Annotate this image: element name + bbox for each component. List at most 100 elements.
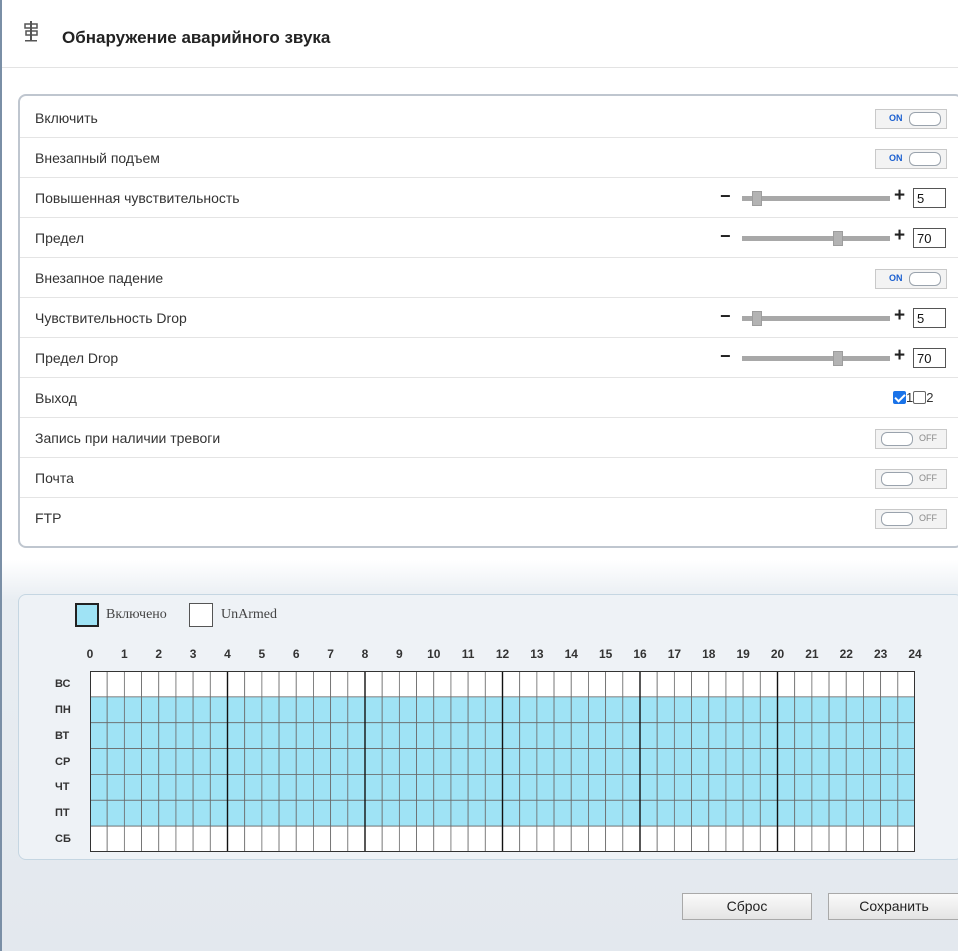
schedule-cell[interactable] (209, 799, 228, 827)
schedule-cell[interactable] (467, 799, 486, 827)
schedule-cell[interactable] (364, 671, 383, 698)
schedule-cell[interactable] (158, 696, 177, 724)
schedule-cell[interactable] (364, 696, 383, 724)
save-button[interactable]: Сохранить (828, 893, 958, 920)
schedule-cell[interactable] (863, 799, 882, 827)
plus-icon[interactable]: + (894, 225, 905, 247)
schedule-cell[interactable] (863, 671, 882, 698)
unarmed-swatch[interactable] (189, 603, 213, 627)
schedule-cell[interactable] (467, 748, 486, 775)
schedule-cell[interactable] (742, 825, 761, 852)
schedule-cell[interactable] (484, 748, 503, 775)
schedule-cell[interactable] (845, 825, 864, 852)
schedule-cell[interactable] (313, 774, 332, 801)
drop-limit-slider[interactable] (742, 351, 890, 366)
schedule-cell[interactable] (330, 722, 349, 749)
schedule-cell[interactable] (209, 722, 228, 749)
schedule-cell[interactable] (845, 774, 864, 801)
schedule-cell[interactable] (519, 722, 538, 749)
schedule-cell[interactable] (261, 696, 280, 724)
schedule-cell[interactable] (364, 774, 383, 801)
schedule-cell[interactable] (536, 774, 555, 801)
schedule-cell[interactable] (811, 722, 830, 749)
minus-icon[interactable]: − (720, 226, 731, 247)
schedule-cell[interactable] (244, 748, 263, 775)
schedule-cell[interactable] (398, 774, 417, 801)
schedule-cell[interactable] (398, 825, 417, 852)
schedule-cell[interactable] (777, 748, 796, 775)
schedule-cell[interactable] (90, 774, 108, 801)
schedule-cell[interactable] (295, 671, 314, 698)
schedule-cell[interactable] (708, 748, 727, 775)
schedule-cell[interactable] (398, 748, 417, 775)
schedule-cell[interactable] (811, 774, 830, 801)
schedule-cell[interactable] (863, 696, 882, 724)
schedule-cell[interactable] (845, 748, 864, 775)
schedule-cell[interactable] (691, 825, 710, 852)
schedule-cell[interactable] (158, 671, 177, 698)
schedule-cell[interactable] (467, 774, 486, 801)
schedule-cell[interactable] (90, 696, 108, 724)
schedule-cell[interactable] (828, 722, 847, 749)
schedule-cell[interactable] (313, 825, 332, 852)
schedule-cell[interactable] (123, 671, 142, 698)
schedule-cell[interactable] (742, 748, 761, 775)
schedule-cell[interactable] (519, 696, 538, 724)
output-1-checkbox[interactable] (893, 391, 906, 404)
schedule-cell[interactable] (742, 671, 761, 698)
schedule-cell[interactable] (639, 671, 658, 698)
schedule-cell[interactable] (708, 799, 727, 827)
schedule-cell[interactable] (416, 774, 435, 801)
schedule-cell[interactable] (691, 748, 710, 775)
schedule-cell[interactable] (880, 774, 899, 801)
schedule-cell[interactable] (381, 774, 400, 801)
schedule-cell[interactable] (141, 799, 160, 827)
schedule-cell[interactable] (794, 799, 813, 827)
schedule-cell[interactable] (536, 748, 555, 775)
schedule-cell[interactable] (433, 722, 452, 749)
schedule-cell[interactable] (588, 825, 607, 852)
schedule-cell[interactable] (398, 696, 417, 724)
schedule-cell[interactable] (450, 799, 469, 827)
schedule-cell[interactable] (863, 722, 882, 749)
schedule-cell[interactable] (794, 774, 813, 801)
schedule-cell[interactable] (261, 799, 280, 827)
schedule-cell[interactable] (364, 799, 383, 827)
schedule-cell[interactable] (519, 799, 538, 827)
output-2-checkbox[interactable] (913, 391, 927, 404)
schedule-grid[interactable] (90, 671, 915, 852)
rise-sensitivity-slider[interactable] (742, 191, 890, 206)
schedule-cell[interactable] (553, 825, 572, 852)
schedule-cell[interactable] (553, 774, 572, 801)
schedule-cell[interactable] (725, 825, 744, 852)
schedule-cell[interactable] (244, 671, 263, 698)
sudden-rise-toggle[interactable]: ON (875, 149, 947, 169)
schedule-cell[interactable] (141, 696, 160, 724)
schedule-cell[interactable] (381, 799, 400, 827)
schedule-cell[interactable] (381, 722, 400, 749)
schedule-cell[interactable] (863, 774, 882, 801)
schedule-cell[interactable] (845, 722, 864, 749)
schedule-cell[interactable] (605, 671, 624, 698)
slider-thumb[interactable] (752, 311, 763, 326)
schedule-cell[interactable] (347, 748, 366, 775)
schedule-cell[interactable] (175, 722, 194, 749)
schedule-cell[interactable] (123, 696, 142, 724)
schedule-cell[interactable] (639, 799, 658, 827)
schedule-cell[interactable] (897, 825, 915, 852)
schedule-cell[interactable] (519, 748, 538, 775)
schedule-cell[interactable] (278, 774, 297, 801)
schedule-cell[interactable] (364, 748, 383, 775)
schedule-cell[interactable] (330, 671, 349, 698)
schedule-cell[interactable] (158, 799, 177, 827)
schedule-cell[interactable] (794, 696, 813, 724)
schedule-cell[interactable] (244, 696, 263, 724)
schedule-cell[interactable] (622, 825, 641, 852)
schedule-cell[interactable] (158, 774, 177, 801)
schedule-cell[interactable] (433, 696, 452, 724)
schedule-cell[interactable] (553, 799, 572, 827)
schedule-cell[interactable] (742, 696, 761, 724)
schedule-cell[interactable] (227, 696, 246, 724)
schedule-cell[interactable] (605, 774, 624, 801)
schedule-cell[interactable] (502, 696, 521, 724)
